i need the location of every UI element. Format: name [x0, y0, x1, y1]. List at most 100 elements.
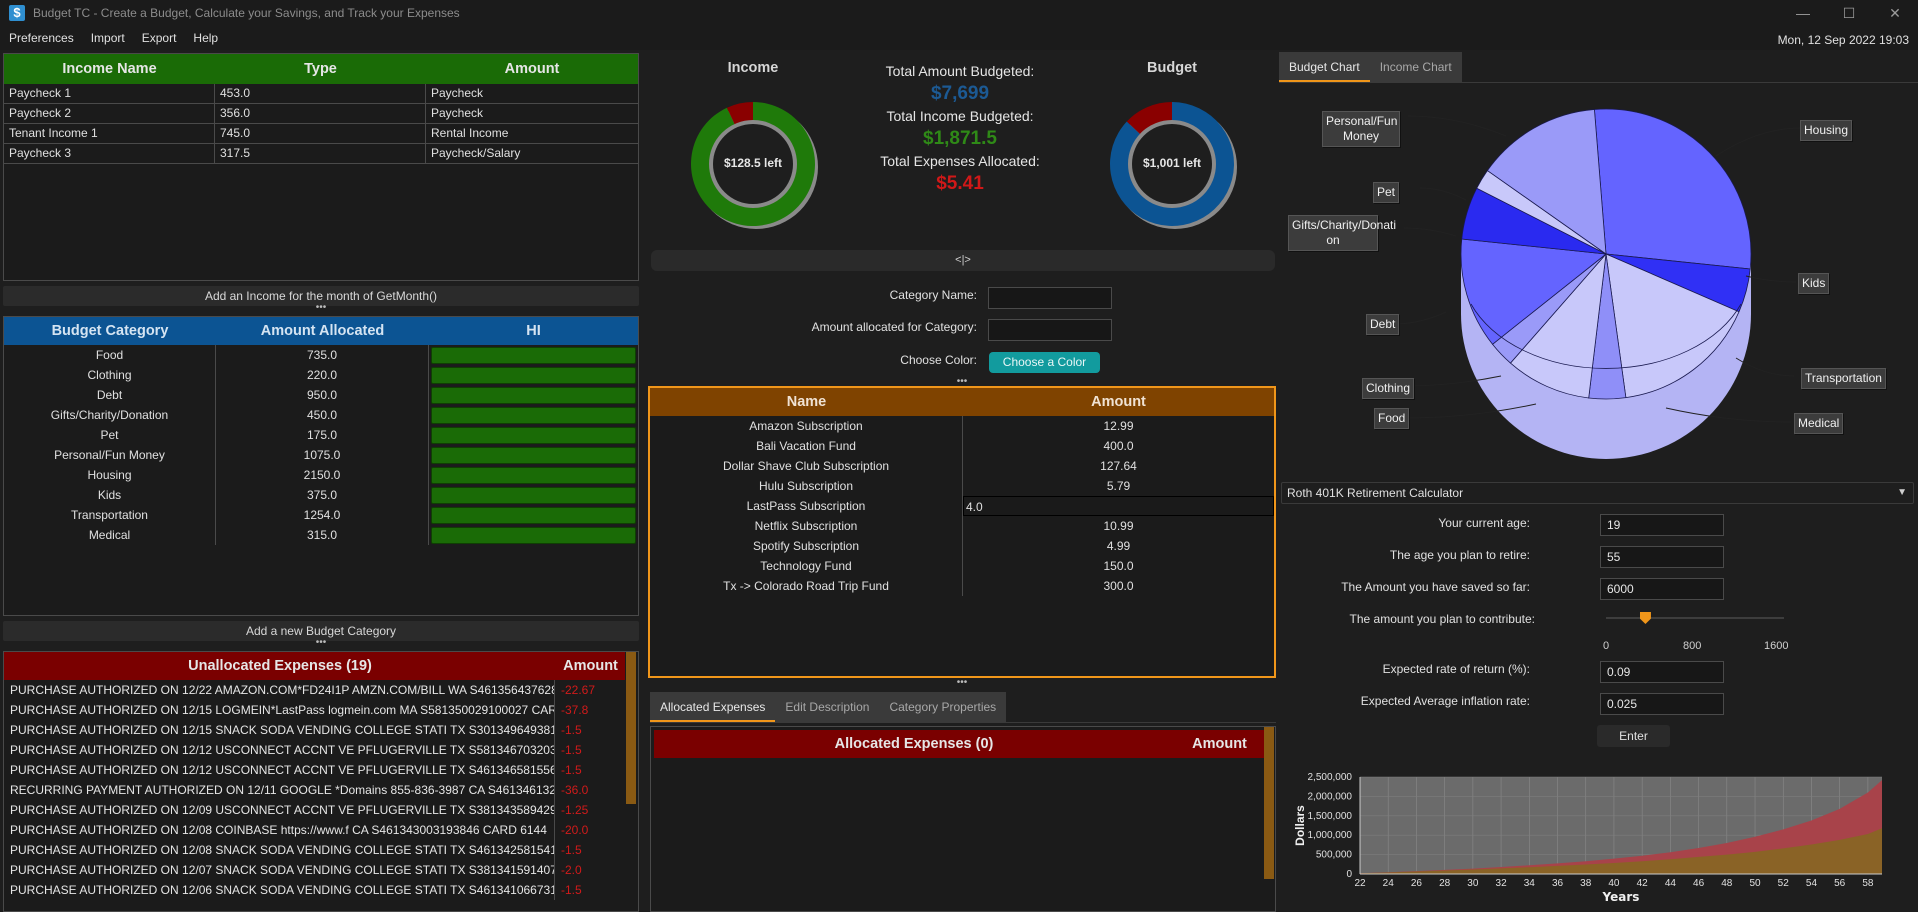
table-row[interactable]: PURCHASE AUTHORIZED ON 12/22 AMAZON.COM*…	[4, 680, 638, 700]
vertical-scrollbar[interactable]	[626, 652, 636, 911]
table-row[interactable]: Hulu Subscription 5.79	[650, 476, 1274, 496]
y-tick-label: 1,000,000	[1308, 830, 1353, 841]
menu-export[interactable]: Export	[133, 31, 185, 45]
saved-amount-input[interactable]	[1600, 578, 1724, 600]
table-row[interactable]: Pet 175.0	[4, 425, 638, 445]
splitter-handle[interactable]: •••	[311, 638, 331, 648]
splitter-handle[interactable]: •••	[952, 377, 972, 387]
table-row[interactable]: Paycheck 3 317.5 Paycheck/Salary	[4, 144, 638, 164]
table-row[interactable]: LastPass Subscription 4.0	[650, 496, 1274, 516]
splitter-handle[interactable]: •••	[311, 303, 331, 313]
table-row[interactable]: Transportation 1254.0	[4, 505, 638, 525]
tab-allocated-expenses[interactable]: Allocated Expenses	[650, 692, 776, 722]
vertical-scrollbar[interactable]	[1264, 727, 1274, 911]
rate-of-return-input[interactable]	[1600, 661, 1724, 683]
pie-leader-line	[1735, 357, 1795, 377]
column-header-amount[interactable]: Amount	[556, 652, 625, 680]
table-row[interactable]: PURCHASE AUTHORIZED ON 12/12 USCONNECT A…	[4, 740, 638, 760]
tab-budget-chart[interactable]: Budget Chart	[1279, 52, 1370, 82]
budget-progress-bar	[431, 447, 636, 464]
table-row[interactable]: Clothing 220.0	[4, 365, 638, 385]
column-header-type[interactable]: Type	[215, 54, 426, 84]
table-row[interactable]: Debt 950.0	[4, 385, 638, 405]
enter-button[interactable]: Enter	[1597, 725, 1670, 747]
table-row[interactable]: PURCHASE AUTHORIZED ON 12/07 SNACK SODA …	[4, 860, 638, 880]
menu-import[interactable]: Import	[82, 31, 133, 45]
table-row[interactable]: Tx -> Colorado Road Trip Fund 300.0	[650, 576, 1274, 596]
category-name-label: Category Name:	[889, 288, 977, 302]
table-row[interactable]: Medical 315.0	[4, 525, 638, 545]
column-header-hi[interactable]: HI	[429, 317, 638, 345]
category-item-name-cell: Netflix Subscription	[650, 516, 963, 536]
maximize-button[interactable]: ☐	[1826, 0, 1872, 26]
table-row[interactable]: Housing 2150.0	[4, 465, 638, 485]
panel-toggle-button[interactable]: <|>	[651, 250, 1275, 271]
x-tick-label: 22	[1354, 878, 1366, 889]
expense-description-cell: PURCHASE AUTHORIZED ON 12/08 COINBASE ht…	[4, 820, 555, 840]
column-header-amount[interactable]: Amount	[1174, 730, 1265, 758]
expense-amount-cell: -36.0	[561, 783, 589, 797]
table-row[interactable]: Paycheck 2 356.0 Paycheck	[4, 104, 638, 124]
table-row[interactable]: RECURRING PAYMENT AUTHORIZED ON 12/11 GO…	[4, 780, 638, 800]
menu-preferences[interactable]: Preferences	[0, 31, 82, 45]
scrollbar-thumb[interactable]	[1264, 727, 1274, 879]
column-header-budget-category[interactable]: Budget Category	[4, 317, 216, 345]
table-row[interactable]: Spotify Subscription 4.99	[650, 536, 1274, 556]
table-row[interactable]: Netflix Subscription 10.99	[650, 516, 1274, 536]
budget-progress-bar	[431, 487, 636, 504]
category-name-input[interactable]	[988, 287, 1112, 309]
table-row[interactable]: Personal/Fun Money 1075.0	[4, 445, 638, 465]
x-tick-label: 58	[1862, 878, 1874, 889]
category-amount-input[interactable]	[988, 319, 1112, 341]
table-row[interactable]: PURCHASE AUTHORIZED ON 12/15 SNACK SODA …	[4, 720, 638, 740]
table-row[interactable]: Kids 375.0	[4, 485, 638, 505]
tab-divider	[1279, 82, 1918, 83]
contribution-slider-thumb[interactable]	[1639, 612, 1651, 624]
column-header-amount-allocated[interactable]: Amount Allocated	[216, 317, 429, 345]
calculator-select[interactable]: Roth 401K Retirement Calculator ▼	[1281, 482, 1914, 504]
contribution-label: The amount you plan to contribute:	[1349, 612, 1535, 626]
column-header-amount[interactable]: Amount	[963, 388, 1274, 416]
income-left-label: $128.5 left	[723, 156, 783, 170]
table-row[interactable]: Amazon Subscription 12.99	[650, 416, 1274, 436]
column-header-amount[interactable]: Amount	[426, 54, 638, 84]
inflation-rate-input[interactable]	[1600, 693, 1724, 715]
table-row[interactable]: PURCHASE AUTHORIZED ON 12/12 USCONNECT A…	[4, 760, 638, 780]
pie-label-food: Food	[1374, 408, 1410, 429]
table-row[interactable]: Bali Vacation Fund 400.0	[650, 436, 1274, 456]
table-row[interactable]: PURCHASE AUTHORIZED ON 12/08 COINBASE ht…	[4, 820, 638, 840]
minimize-button[interactable]: —	[1780, 0, 1826, 26]
table-row[interactable]: PURCHASE AUTHORIZED ON 12/06 SNACK SODA …	[4, 880, 638, 900]
choose-color-button[interactable]: Choose a Color	[989, 352, 1100, 373]
category-item-amount-editor[interactable]: 4.0	[963, 496, 1274, 516]
tab-income-chart[interactable]: Income Chart	[1370, 52, 1462, 82]
column-header-income-name[interactable]: Income Name	[4, 54, 215, 84]
table-row[interactable]: Paycheck 1 453.0 Paycheck	[4, 84, 638, 104]
category-item-amount-cell: 12.99	[1103, 419, 1134, 433]
scrollbar-thumb[interactable]	[626, 652, 636, 804]
tab-category-properties[interactable]: Category Properties	[879, 692, 1006, 722]
calculator-select-value: Roth 401K Retirement Calculator	[1287, 486, 1464, 500]
table-row[interactable]: Technology Fund 150.0	[650, 556, 1274, 576]
retire-age-input[interactable]	[1600, 546, 1724, 568]
column-header-name[interactable]: Name	[650, 388, 963, 416]
table-row[interactable]: Dollar Shave Club Subscription 127.64	[650, 456, 1274, 476]
unallocated-expenses-table: Unallocated Expenses (19) Amount PURCHAS…	[3, 651, 639, 912]
table-row[interactable]: PURCHASE AUTHORIZED ON 12/09 USCONNECT A…	[4, 800, 638, 820]
contribution-slider-track[interactable]	[1606, 617, 1784, 619]
table-row[interactable]: PURCHASE AUTHORIZED ON 12/15 LOGMEIN*Las…	[4, 700, 638, 720]
table-row[interactable]: PURCHASE AUTHORIZED ON 12/08 SNACK SODA …	[4, 840, 638, 860]
column-header-allocated-expenses[interactable]: Allocated Expenses (0)	[654, 730, 1174, 758]
table-row[interactable]: Tenant Income 1 745.0 Rental Income	[4, 124, 638, 144]
menu-help[interactable]: Help	[184, 31, 226, 45]
close-button[interactable]: ✕	[1872, 0, 1918, 26]
tab-edit-description[interactable]: Edit Description	[775, 692, 879, 722]
table-row[interactable]: Gifts/Charity/Donation 450.0	[4, 405, 638, 425]
current-age-input[interactable]	[1600, 514, 1724, 536]
pie-slice-housing[interactable]	[1593, 108, 1752, 270]
table-row[interactable]: Food 735.0	[4, 345, 638, 365]
column-header-unallocated-expenses[interactable]: Unallocated Expenses (19)	[4, 652, 556, 680]
chevron-down-icon[interactable]: ▼	[1897, 483, 1907, 503]
splitter-handle[interactable]: •••	[952, 678, 972, 688]
income-type-cell: 453.0	[215, 84, 426, 103]
